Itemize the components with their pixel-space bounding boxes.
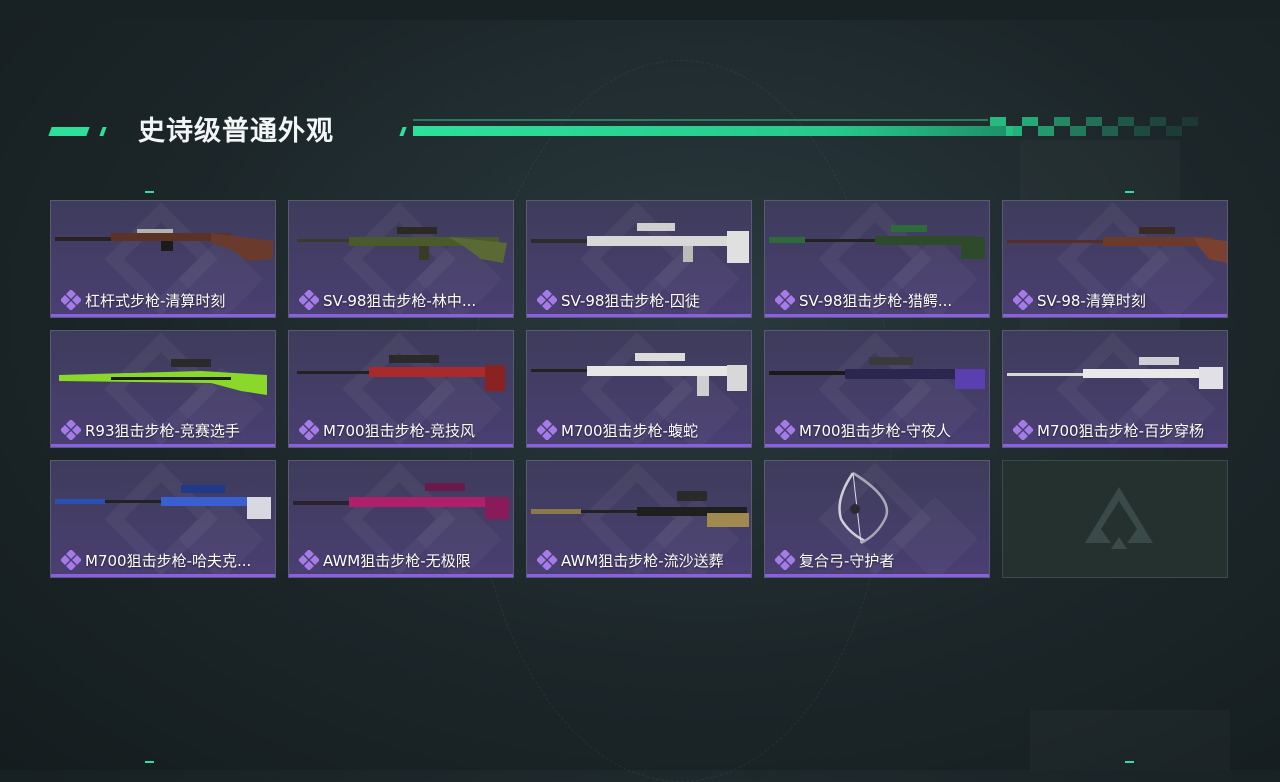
rarity-diamond-icon <box>1012 289 1034 311</box>
header-accent-dash <box>399 127 407 136</box>
rarity-diamond-icon <box>60 289 82 311</box>
skin-name: SV-98狙击步枪-林中... <box>323 292 477 310</box>
corner-tick <box>145 761 154 763</box>
sniper-rifle-icon <box>297 355 505 391</box>
rarity-diamond-icon <box>536 419 558 441</box>
header-checker-pattern <box>990 117 1198 136</box>
skin-name: 杠杆式步枪-清算时刻 <box>85 292 226 310</box>
skin-name: M700狙击步枪-竞技风 <box>323 422 475 440</box>
rarity-diamond-icon <box>1012 419 1034 441</box>
skin-card[interactable]: M700狙击步枪-百步穿杨 <box>1002 330 1228 448</box>
header-accent-dash <box>99 127 107 136</box>
sniper-rifle-icon <box>293 483 509 519</box>
rarity-diamond-icon <box>536 289 558 311</box>
header-thin-line <box>413 119 988 121</box>
skin-name: SV-98狙击步枪-囚徒 <box>561 292 700 310</box>
rarity-diamond-icon <box>774 419 796 441</box>
sniper-rifle-icon <box>297 227 507 263</box>
sniper-rifle-icon <box>1007 357 1223 389</box>
faction-logo-icon <box>1085 487 1153 549</box>
corner-tick <box>1125 761 1134 763</box>
top-bar <box>0 0 1280 20</box>
skin-card[interactable]: 复合弓-守护者 <box>764 460 990 578</box>
section-title: 史诗级普通外观 <box>138 116 334 147</box>
sniper-rifle-icon <box>1007 227 1227 263</box>
rarity-diamond-icon <box>298 549 320 571</box>
lever-rifle-icon <box>55 229 273 261</box>
skin-card[interactable]: M700狙击步枪-竞技风 <box>288 330 514 448</box>
rarity-diamond-icon <box>298 289 320 311</box>
skin-name: M700狙击步枪-百步穿杨 <box>1037 422 1204 440</box>
skin-name: SV-98-清算时刻 <box>1037 292 1146 310</box>
skin-card[interactable]: R93狙击步枪-竞赛选手 <box>50 330 276 448</box>
skin-card[interactable]: AWM狙击步枪-流沙送葬 <box>526 460 752 578</box>
skin-card[interactable]: SV-98狙击步枪-猎鳄... <box>764 200 990 318</box>
skin-name: 复合弓-守护者 <box>799 552 895 570</box>
rarity-diamond-icon <box>298 419 320 441</box>
skin-card[interactable]: SV-98-清算时刻 <box>1002 200 1228 318</box>
skin-card[interactable]: M700狙击步枪-守夜人 <box>764 330 990 448</box>
skin-card[interactable]: 杠杆式步枪-清算时刻 <box>50 200 276 318</box>
sniper-rifle-icon <box>531 491 749 527</box>
corner-tick <box>1125 191 1134 193</box>
sniper-rifle-icon <box>59 359 267 395</box>
skin-name: AWM狙击步枪-流沙送葬 <box>561 552 724 570</box>
corner-tick <box>145 191 154 193</box>
rarity-diamond-icon <box>774 289 796 311</box>
sniper-rifle-icon <box>769 357 985 389</box>
skin-name: M700狙击步枪-哈夫克... <box>85 552 252 570</box>
sniper-rifle-icon <box>531 353 747 396</box>
rarity-diamond-icon <box>60 419 82 441</box>
section-header: 史诗级普通外观 <box>0 105 1280 155</box>
sniper-rifle-icon <box>531 223 749 263</box>
rarity-diamond-icon <box>60 549 82 571</box>
skin-card[interactable]: SV-98狙击步枪-林中... <box>288 200 514 318</box>
rarity-diamond-icon <box>536 549 558 571</box>
skin-card[interactable]: SV-98狙击步枪-囚徒 <box>526 200 752 318</box>
empty-slot <box>1002 460 1228 578</box>
header-accent-dash <box>48 127 90 136</box>
skin-card[interactable]: AWM狙击步枪-无极限 <box>288 460 514 578</box>
skin-name: SV-98狙击步枪-猎鳄... <box>799 292 953 310</box>
header-accent-bar <box>413 126 1013 136</box>
skin-grid: 杠杆式步枪-清算时刻 SV-98狙击步枪-林中... SV-98狙击步枪-囚徒 <box>50 200 1230 580</box>
skin-name: M700狙击步枪-守夜人 <box>799 422 951 440</box>
sniper-rifle-icon <box>769 225 985 259</box>
skin-name: R93狙击步枪-竞赛选手 <box>85 422 240 440</box>
skin-card[interactable]: M700狙击步枪-蝮蛇 <box>526 330 752 448</box>
rarity-diamond-icon <box>774 549 796 571</box>
compound-bow-icon <box>838 471 889 545</box>
skin-name: M700狙击步枪-蝮蛇 <box>561 422 698 440</box>
skin-name: AWM狙击步枪-无极限 <box>323 552 471 570</box>
skin-card[interactable]: M700狙击步枪-哈夫克... <box>50 460 276 578</box>
sniper-rifle-icon <box>55 485 271 519</box>
